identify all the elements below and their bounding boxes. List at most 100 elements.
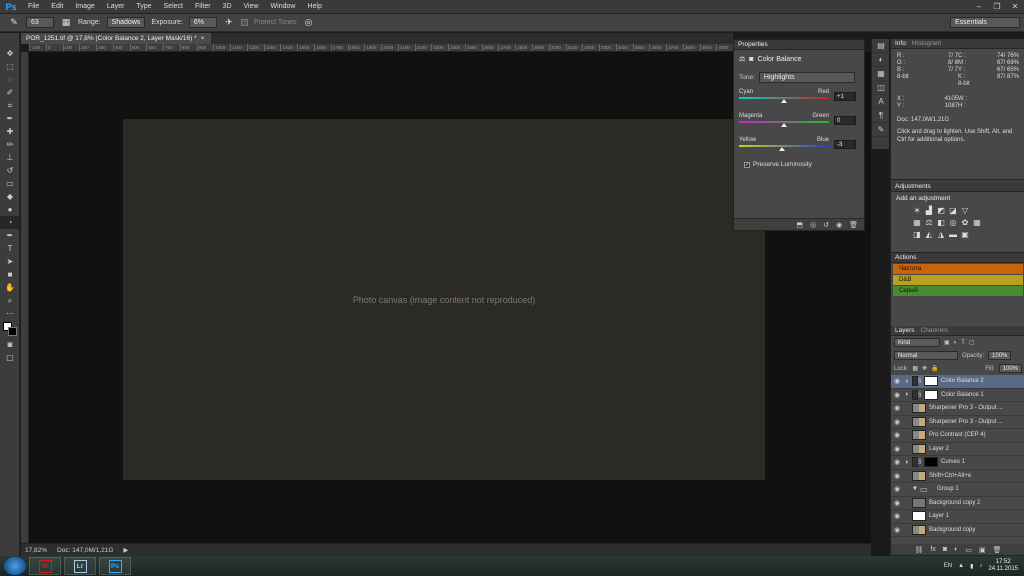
workspace-select[interactable]: Essentials: [950, 17, 1020, 28]
crop-tool-icon[interactable]: ⌗: [0, 99, 20, 112]
exposure-icon[interactable]: ◪: [949, 207, 957, 215]
pressure-icon[interactable]: ◎: [303, 17, 315, 29]
brush-tool-icon[interactable]: ✏: [0, 138, 20, 151]
layer-row[interactable]: ◉ Layer 2: [891, 443, 1024, 456]
gradient-map-icon[interactable]: ▬: [949, 231, 957, 239]
menu-help[interactable]: Help: [301, 3, 327, 10]
status-menu-arrow-icon[interactable]: ▶: [123, 546, 128, 554]
screen-mode-icon[interactable]: ▢: [0, 351, 20, 364]
menu-image[interactable]: Image: [69, 3, 100, 10]
selective-color-icon[interactable]: ▣: [961, 231, 969, 239]
menu-window[interactable]: Window: [265, 3, 302, 10]
pen-tool-icon[interactable]: ✒: [0, 229, 20, 242]
dodge-tool-icon[interactable]: ✎: [8, 17, 20, 29]
shape-tool-icon[interactable]: ■: [0, 268, 20, 281]
layer-row[interactable]: ◉ ◐ § Color Balance 1: [891, 389, 1024, 402]
fx-icon[interactable]: fx: [930, 546, 935, 553]
airbrush-icon[interactable]: ✈: [223, 17, 235, 29]
network-icon[interactable]: ▮: [970, 563, 973, 570]
protect-tones-checkbox[interactable]: [240, 19, 248, 26]
slider-value[interactable]: -3: [834, 140, 856, 149]
layer-row[interactable]: ◉ Pro Contrast (CEP 4): [891, 429, 1024, 443]
reset-icon[interactable]: ↺: [823, 221, 829, 229]
action-item[interactable]: Частота: [893, 264, 1023, 274]
volume-icon[interactable]: ♪: [979, 563, 982, 569]
styles-panel-icon[interactable]: ◫: [872, 81, 890, 95]
channels-tab[interactable]: Channels: [921, 327, 948, 334]
menu-select[interactable]: Select: [158, 3, 189, 10]
brightness-icon[interactable]: ☀: [913, 207, 921, 215]
layer-row[interactable]: ◉ Sharpener Pro 3 - Output ...: [891, 402, 1024, 416]
language-indicator[interactable]: EN: [944, 563, 952, 569]
history-panel-icon[interactable]: ▤: [872, 39, 890, 53]
brush-panel-icon[interactable]: ▦: [60, 17, 72, 29]
marquee-tool-icon[interactable]: ⬚: [0, 60, 20, 73]
path-select-tool-icon[interactable]: ➤: [0, 255, 20, 268]
layer-row[interactable]: ◉ ▼ ▭ Group 1: [891, 483, 1024, 497]
lock-pixels-icon[interactable]: ▦: [912, 365, 918, 372]
blend-mode-select[interactable]: Normal: [894, 351, 958, 360]
paragraph-panel-icon[interactable]: ¶: [872, 109, 890, 123]
opacity-input[interactable]: 100%: [988, 351, 1012, 360]
properties-tab[interactable]: Properties: [738, 41, 768, 48]
menu-3d[interactable]: 3D: [217, 3, 238, 10]
slider-thumb[interactable]: [781, 123, 787, 127]
document-tab[interactable]: POR_1251.tif @ 17,8% (Color Balance 2, L…: [21, 33, 211, 44]
black-white-icon[interactable]: ◧: [937, 219, 945, 227]
layer-row[interactable]: ◉ Background copy 2: [891, 497, 1024, 510]
close-button[interactable]: ✕: [1006, 2, 1024, 11]
delete-icon[interactable]: 🗑: [849, 221, 858, 229]
channel-mixer-icon[interactable]: ✿: [961, 219, 969, 227]
eye-visibility-icon[interactable]: ◉: [891, 485, 903, 493]
invert-icon[interactable]: ◨: [913, 231, 921, 239]
levels-icon[interactable]: ▟: [925, 207, 933, 215]
actions-tab[interactable]: Actions: [895, 254, 916, 261]
layer-row[interactable]: ◉ ◐ § Color Balance 2: [891, 375, 1024, 389]
eye-visibility-icon[interactable]: ◉: [891, 431, 903, 439]
layer-mask-icon[interactable]: ◙: [749, 56, 753, 63]
layer-row[interactable]: ◉ Layer 1: [891, 510, 1024, 524]
menu-file[interactable]: File: [22, 3, 45, 10]
menu-edit[interactable]: Edit: [45, 3, 69, 10]
action-item[interactable]: D&B: [893, 275, 1023, 285]
clone-stamp-tool-icon[interactable]: ⊥: [0, 151, 20, 164]
curves-icon[interactable]: ◩: [937, 207, 945, 215]
new-group-icon[interactable]: ▭: [965, 546, 972, 554]
move-tool-icon[interactable]: ✥: [0, 47, 20, 60]
layer-row[interactable]: ◉ Background copy: [891, 524, 1024, 537]
quick-mask-icon[interactable]: ◙: [0, 338, 20, 351]
exposure-input[interactable]: 6%: [188, 17, 217, 28]
expand-arrow-icon[interactable]: ▼: [912, 486, 920, 492]
threshold-icon[interactable]: ◮: [937, 231, 945, 239]
layer-row[interactable]: ◉ Sharpener Pro 3 - Output ...: [891, 416, 1024, 429]
color-panel-icon[interactable]: ◐: [872, 53, 890, 67]
blur-tool-icon[interactable]: ●: [0, 203, 20, 216]
history-brush-tool-icon[interactable]: ↺: [0, 164, 20, 177]
paint-bucket-tool-icon[interactable]: ◆: [0, 190, 20, 203]
clip-to-layer-icon[interactable]: ⬒: [796, 221, 803, 229]
taskbar-photoshop-button[interactable]: Ps: [99, 557, 131, 575]
eye-visibility-icon[interactable]: ◉: [891, 512, 903, 520]
layers-tab[interactable]: Layers: [895, 327, 915, 334]
brush-size-picker[interactable]: 63: [26, 17, 54, 28]
view-previous-icon[interactable]: ◎: [810, 221, 816, 229]
posterize-icon[interactable]: ◭: [925, 231, 933, 239]
dodge-tool-icon-active[interactable]: ◔: [0, 216, 20, 229]
hue-saturation-icon[interactable]: ▦: [913, 219, 921, 227]
new-layer-icon[interactable]: ▣: [979, 546, 986, 554]
lasso-tool-icon[interactable]: ◌: [0, 73, 20, 86]
color-swatches[interactable]: [0, 320, 20, 338]
add-mask-icon[interactable]: ◙: [943, 546, 947, 553]
range-select[interactable]: Shadows: [106, 17, 146, 28]
layer-row[interactable]: ◉ Shift+Ctrl+Alt+e: [891, 470, 1024, 483]
taskbar-opera-button[interactable]: O: [29, 557, 61, 575]
eye-visibility-icon[interactable]: ◉: [891, 445, 903, 453]
zoom-tool-icon[interactable]: ⌕: [0, 294, 20, 307]
filter-adjust-icon[interactable]: ◐: [954, 340, 958, 346]
eye-visibility-icon[interactable]: ◉: [891, 499, 903, 507]
background-color[interactable]: [8, 327, 17, 336]
start-button[interactable]: [4, 557, 26, 575]
lock-all-icon[interactable]: 🔒: [931, 365, 938, 372]
preserve-luminosity-checkbox[interactable]: ✓: [744, 161, 750, 168]
tone-select[interactable]: Highlights: [758, 72, 855, 83]
